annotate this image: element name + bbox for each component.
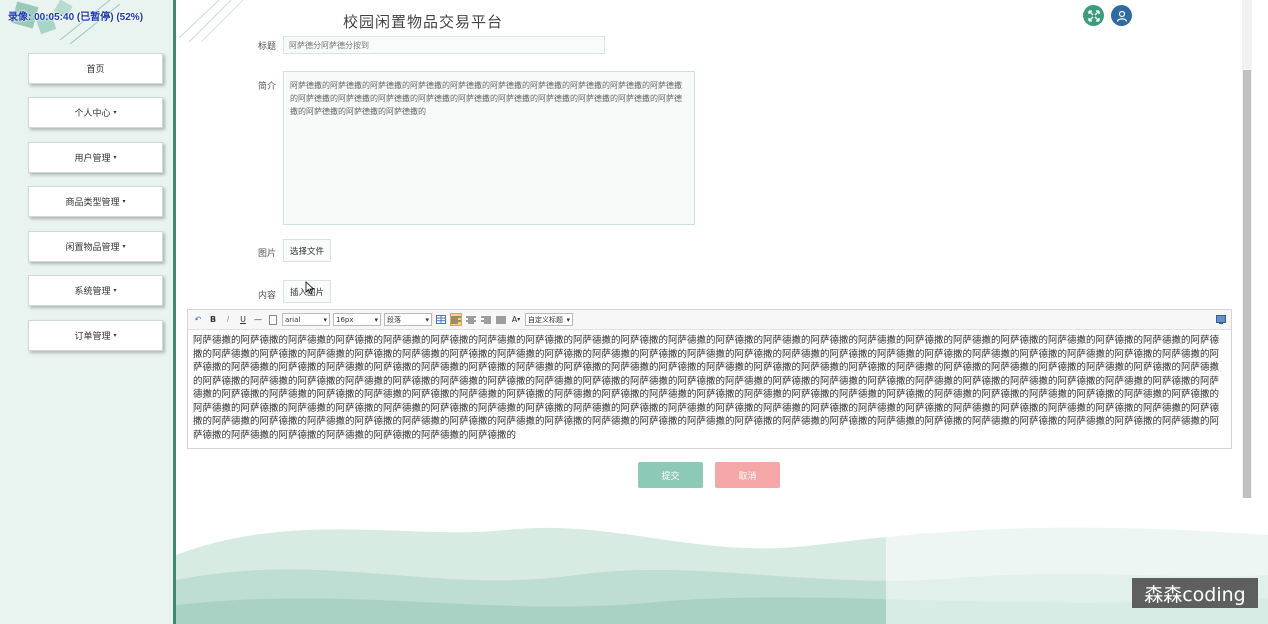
chevron-down-icon: ▾ <box>323 315 327 324</box>
title-label: 标题 <box>258 42 277 52</box>
chevron-down-icon: ▾ <box>517 316 521 323</box>
font-family-value: arial <box>285 315 301 324</box>
page-icon[interactable] <box>267 313 279 326</box>
horizontal-rule-button[interactable]: — <box>252 313 264 326</box>
recording-status: 录像: 00:05:40 (已暂停) (52%) <box>8 12 144 23</box>
chevron-down-icon: ▾ <box>566 315 570 324</box>
editor-toolbar: ↶ B I U — arial ▾ 16px ▾ 段落 ▾ A ▾ 自定义标题 ▾ <box>188 310 1231 330</box>
sidebar-item-label: 系统管理 <box>74 287 111 297</box>
mouse-cursor-icon <box>305 281 315 295</box>
cancel-button[interactable]: 取消 <box>715 462 780 488</box>
page-title: 校园闲置物品交易平台 <box>343 13 504 31</box>
scrollbar-thumb[interactable] <box>1243 70 1251 498</box>
custom-title-select[interactable]: 自定义标题 ▾ <box>525 313 573 326</box>
user-icon[interactable] <box>1111 5 1132 26</box>
align-center-icon[interactable] <box>465 313 477 326</box>
chevron-down-icon: ▾ <box>374 315 378 324</box>
sidebar-item-label: 闲置物品管理 <box>65 243 120 253</box>
submit-button[interactable]: 提交 <box>638 462 703 488</box>
sidebar-item-label: 个人中心 <box>74 109 111 119</box>
image-label: 图片 <box>258 249 277 259</box>
chevron-down-icon: ▾ <box>113 332 117 339</box>
intro-textarea[interactable]: 阿萨德撒的阿萨德撒的阿萨德撒的阿萨德撒的阿萨德撒的阿萨德撒的阿萨德撒的阿萨德撒的… <box>283 71 695 225</box>
sidebar-item-user-management[interactable]: 用户管理 ▾ <box>28 142 163 173</box>
sidebar-item-label: 首页 <box>86 65 105 75</box>
sidebar-item-label: 商品类型管理 <box>65 198 120 208</box>
sidebar-item-home[interactable]: 首页 <box>28 53 163 84</box>
undo-icon[interactable]: ↶ <box>192 313 204 326</box>
paragraph-select[interactable]: 段落 ▾ <box>384 313 432 326</box>
chevron-down-icon: ▾ <box>113 154 117 161</box>
expand-icon[interactable] <box>1083 5 1104 26</box>
choose-file-button[interactable]: 选择文件 <box>283 239 332 262</box>
font-size-select[interactable]: 16px ▾ <box>333 313 381 326</box>
rich-text-editor[interactable]: ↶ B I U — arial ▾ 16px ▾ 段落 ▾ A ▾ 自定义标题 ▾ 阿萨德 <box>187 309 1232 449</box>
sidebar: 录像: 00:05:40 (已暂停) (52%) <box>0 0 176 624</box>
align-right-icon[interactable] <box>480 313 492 326</box>
chevron-down-icon: ▾ <box>122 198 126 205</box>
align-left-icon[interactable] <box>450 313 462 326</box>
title-input[interactable]: 阿萨德分阿萨德分按到 <box>283 36 605 54</box>
sidebar-item-order-management[interactable]: 订单管理 ▾ <box>28 320 163 351</box>
sidebar-item-category-management[interactable]: 商品类型管理 ▾ <box>28 186 163 217</box>
align-justify-icon[interactable] <box>495 313 507 326</box>
table-icon[interactable] <box>435 313 447 326</box>
sidebar-item-system-management[interactable]: 系统管理 ▾ <box>28 275 163 306</box>
chevron-down-icon: ▾ <box>425 315 429 324</box>
fullscreen-icon[interactable] <box>1215 313 1227 326</box>
sidebar-item-label: 用户管理 <box>74 154 111 164</box>
bold-button[interactable]: B <box>207 313 219 326</box>
sidebar-item-label: 订单管理 <box>74 332 111 342</box>
paragraph-value: 段落 <box>387 315 401 324</box>
background-waves <box>176 500 1268 624</box>
italic-button[interactable]: I <box>222 313 234 326</box>
content-label: 内容 <box>258 291 277 301</box>
custom-title-value: 自定义标题 <box>528 315 563 324</box>
chevron-down-icon: ▾ <box>113 287 117 294</box>
font-family-select[interactable]: arial ▾ <box>282 313 330 326</box>
sidebar-item-item-management[interactable]: 闲置物品管理 ▾ <box>28 231 163 262</box>
header-decoration <box>179 0 244 42</box>
font-color-button[interactable]: A ▾ <box>510 313 522 326</box>
chevron-down-icon: ▾ <box>122 243 126 250</box>
intro-label: 简介 <box>258 82 277 92</box>
sidebar-item-personal-center[interactable]: 个人中心 ▾ <box>28 97 163 128</box>
underline-button[interactable]: U <box>237 313 249 326</box>
watermark: 森森coding <box>1132 578 1258 608</box>
chevron-down-icon: ▾ <box>113 109 117 116</box>
editor-content[interactable]: 阿萨德撒的阿萨德撒的阿萨德撒的阿萨德撒的阿萨德撒的阿萨德撒的阿萨德撒的阿萨德撒的… <box>188 330 1231 448</box>
font-size-value: 16px <box>336 315 354 324</box>
